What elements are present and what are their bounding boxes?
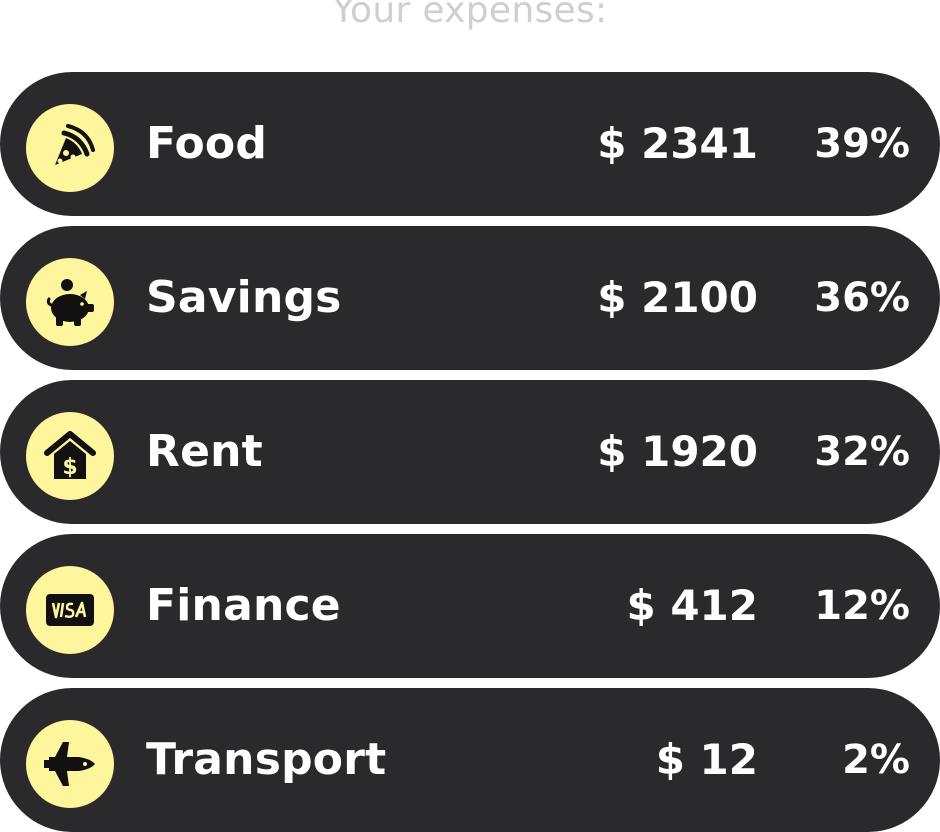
expense-row-finance[interactable]: Finance $ 412 12%	[0, 534, 940, 678]
expense-label: Food	[146, 118, 268, 169]
expense-percent: 12%	[814, 583, 910, 629]
expense-label: Savings	[146, 272, 342, 323]
page-title: Your expenses:	[332, 0, 608, 31]
expense-percent: 39%	[814, 121, 910, 167]
expense-percent: 32%	[814, 429, 910, 475]
expense-row-food[interactable]: Food $ 2341 39%	[0, 72, 940, 216]
expense-amount: $ 1920	[597, 427, 758, 476]
expense-row-rent[interactable]: $ Rent $ 1920 32%	[0, 380, 940, 524]
expense-amount: $ 2100	[597, 273, 758, 322]
house-dollar-icon: $	[26, 412, 114, 500]
expense-row-transport[interactable]: Transport $ 12 2%	[0, 688, 940, 832]
expense-label: Finance	[146, 580, 341, 631]
visa-card-icon	[26, 566, 114, 654]
pizza-icon	[26, 104, 114, 192]
expense-label: Transport	[146, 734, 387, 785]
expense-amount: $ 2341	[597, 119, 758, 168]
expense-percent: 2%	[842, 737, 910, 783]
expense-label: Rent	[146, 426, 263, 477]
svg-text:$: $	[62, 455, 77, 480]
expense-amount: $ 412	[626, 581, 758, 630]
expense-amount: $ 12	[655, 735, 758, 784]
expense-percent: 36%	[814, 275, 910, 321]
space-shuttle-icon	[26, 720, 114, 808]
piggy-bank-icon	[26, 258, 114, 346]
expense-row-savings[interactable]: Savings $ 2100 36%	[0, 226, 940, 370]
